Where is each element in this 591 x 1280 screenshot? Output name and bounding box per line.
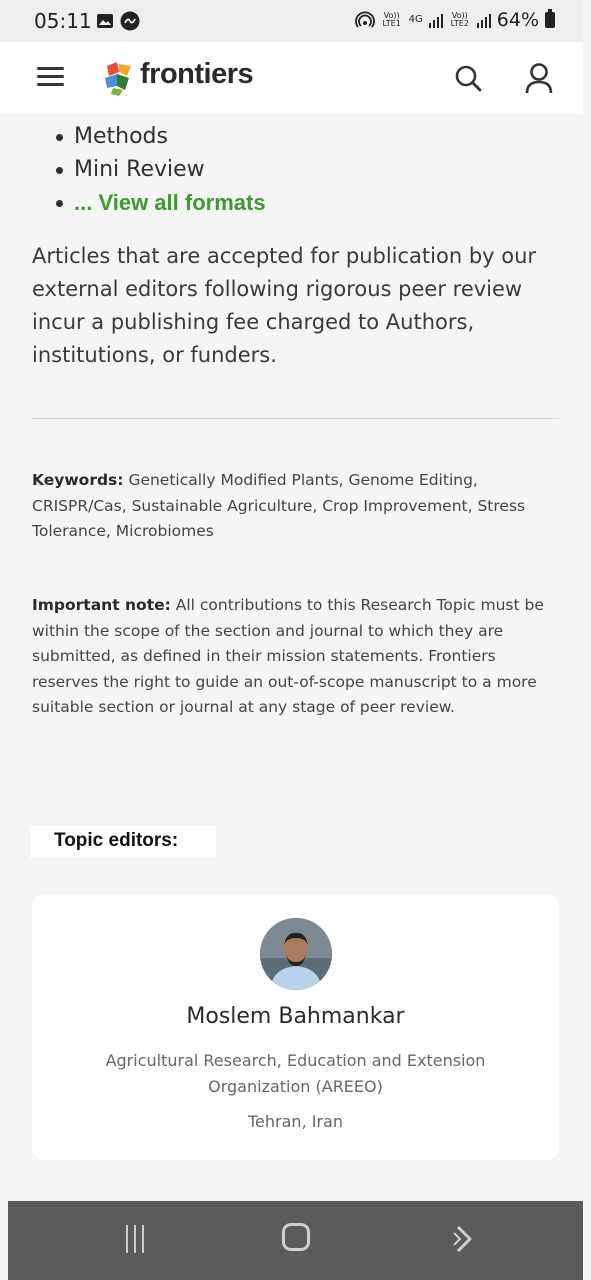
editor-location: Tehran, Iran [248,1112,343,1131]
editor-affiliation: Agricultural Research, Education and Ext… [105,1051,486,1096]
user-icon[interactable] [524,62,554,94]
important-note-text: All contributions to this Research Topic… [32,596,544,716]
divider [32,418,559,419]
topic-editors-heading: Topic editors: [30,826,216,858]
topic-editors-label: Topic editors: [54,830,179,851]
keywords-label: Keywords: [32,471,124,489]
editor-photo [260,918,332,990]
status-right: Vo)) LTE1 4G Vo)) LTE2 64% [354,9,555,31]
list-item: Mini Review [32,153,266,186]
menu-icon[interactable] [37,67,64,87]
avatar[interactable] [260,918,332,990]
editor-card[interactable]: Moslem Bahmankar Agricultural Research, … [32,894,559,1160]
view-all-formats-link[interactable]: ... View all formats [32,186,266,219]
status-time: 05:11 [34,9,92,33]
article-formats-list: Methods Mini Review ... View all formats [32,120,266,219]
site-header: frontiers [0,42,583,114]
battery-icon [545,9,555,28]
status-bar: 05:11 Vo)) LTE1 4G Vo)) LTE2 64% [0,0,583,42]
frontiers-logo-mark[interactable] [103,60,135,96]
keywords-paragraph: Keywords: Genetically Modified Plants, G… [32,468,562,545]
publishing-fee-paragraph: Articles that are accepted for publicati… [32,244,537,367]
signal-icon-2 [476,12,491,28]
network-4g: 4G [408,14,423,25]
recent-apps-icon[interactable] [120,1225,150,1255]
battery-percent: 64% [496,9,539,31]
signal-icon [428,12,443,28]
frontiers-logo-text[interactable]: frontiers [140,58,254,91]
editor-name[interactable]: Moslem Bahmankar [32,1004,559,1029]
important-note-paragraph: Important note: All contributions to thi… [32,593,562,721]
network-lte1: Vo)) LTE1 [382,11,401,28]
important-note-label: Important note: [32,596,171,614]
system-nav-bar [8,1201,583,1280]
home-icon[interactable] [282,1223,310,1251]
list-item: Methods [32,120,266,153]
app-notification-icon [120,11,140,31]
back-icon[interactable] [446,1223,476,1255]
network-lte2: Vo)) LTE2 [450,11,469,28]
gallery-notification-icon [97,14,113,28]
hotspot-icon [354,11,375,28]
search-icon[interactable] [454,64,482,92]
page-content: Methods Mini Review ... View all formats… [0,114,583,1201]
